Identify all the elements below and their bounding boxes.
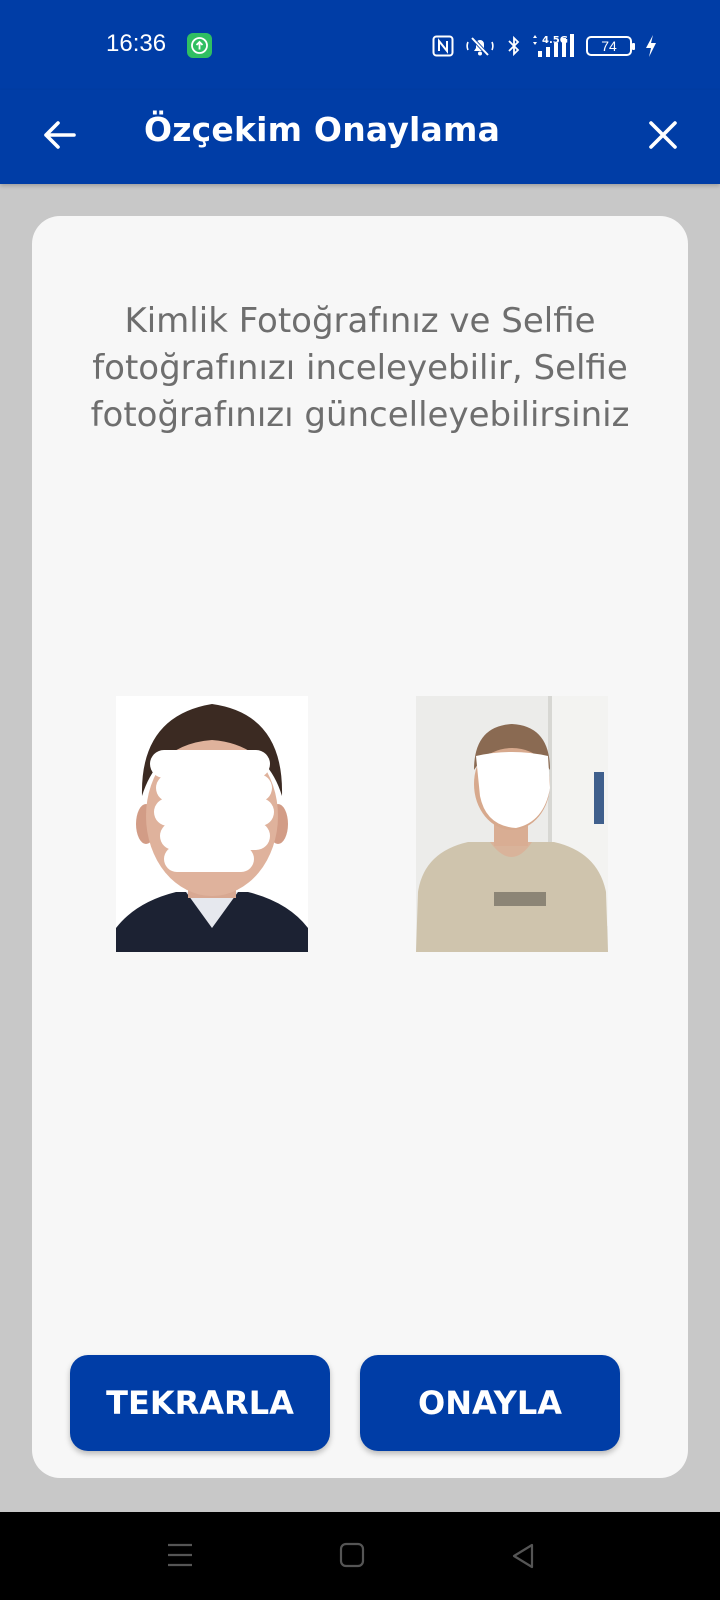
home-button[interactable] [339, 1542, 365, 1572]
close-icon [649, 121, 677, 149]
back-triangle-icon [512, 1543, 534, 1569]
menu-icon [168, 1543, 192, 1567]
nav-back-button[interactable] [510, 1542, 536, 1574]
status-bar: 16:36 4.5G 74 [0, 0, 720, 90]
system-nav-bar [0, 1512, 720, 1600]
upload-app-icon [187, 33, 212, 58]
id-photo[interactable] [116, 696, 308, 952]
selfie-photo[interactable] [416, 696, 608, 952]
status-icons: 4.5G 74 [432, 32, 658, 60]
charging-icon [646, 35, 656, 57]
retry-button[interactable]: TEKRARLA [70, 1355, 330, 1451]
battery-level: 74 [601, 38, 617, 54]
home-icon [339, 1542, 365, 1568]
mute-icon [466, 36, 494, 57]
signal-icon: 4.5G [533, 34, 574, 57]
back-button[interactable] [36, 112, 82, 158]
instruction-text: Kimlik Fotoğrafınız ve Selfie fotoğrafın… [90, 301, 630, 435]
app-bar: Özçekim Onaylama [0, 90, 720, 184]
bluetooth-icon [508, 35, 520, 57]
status-time: 16:36 [106, 30, 167, 57]
arrow-left-icon [44, 121, 76, 149]
nfc-icon [432, 35, 454, 57]
content-card: Kimlik Fotoğrafınız ve Selfie fotoğrafın… [32, 216, 688, 1478]
page-title: Özçekim Onaylama [144, 110, 501, 149]
close-button[interactable] [640, 112, 686, 158]
confirm-button[interactable]: ONAYLA [360, 1355, 620, 1451]
menu-button[interactable] [166, 1542, 194, 1572]
battery-icon: 74 [586, 36, 635, 56]
